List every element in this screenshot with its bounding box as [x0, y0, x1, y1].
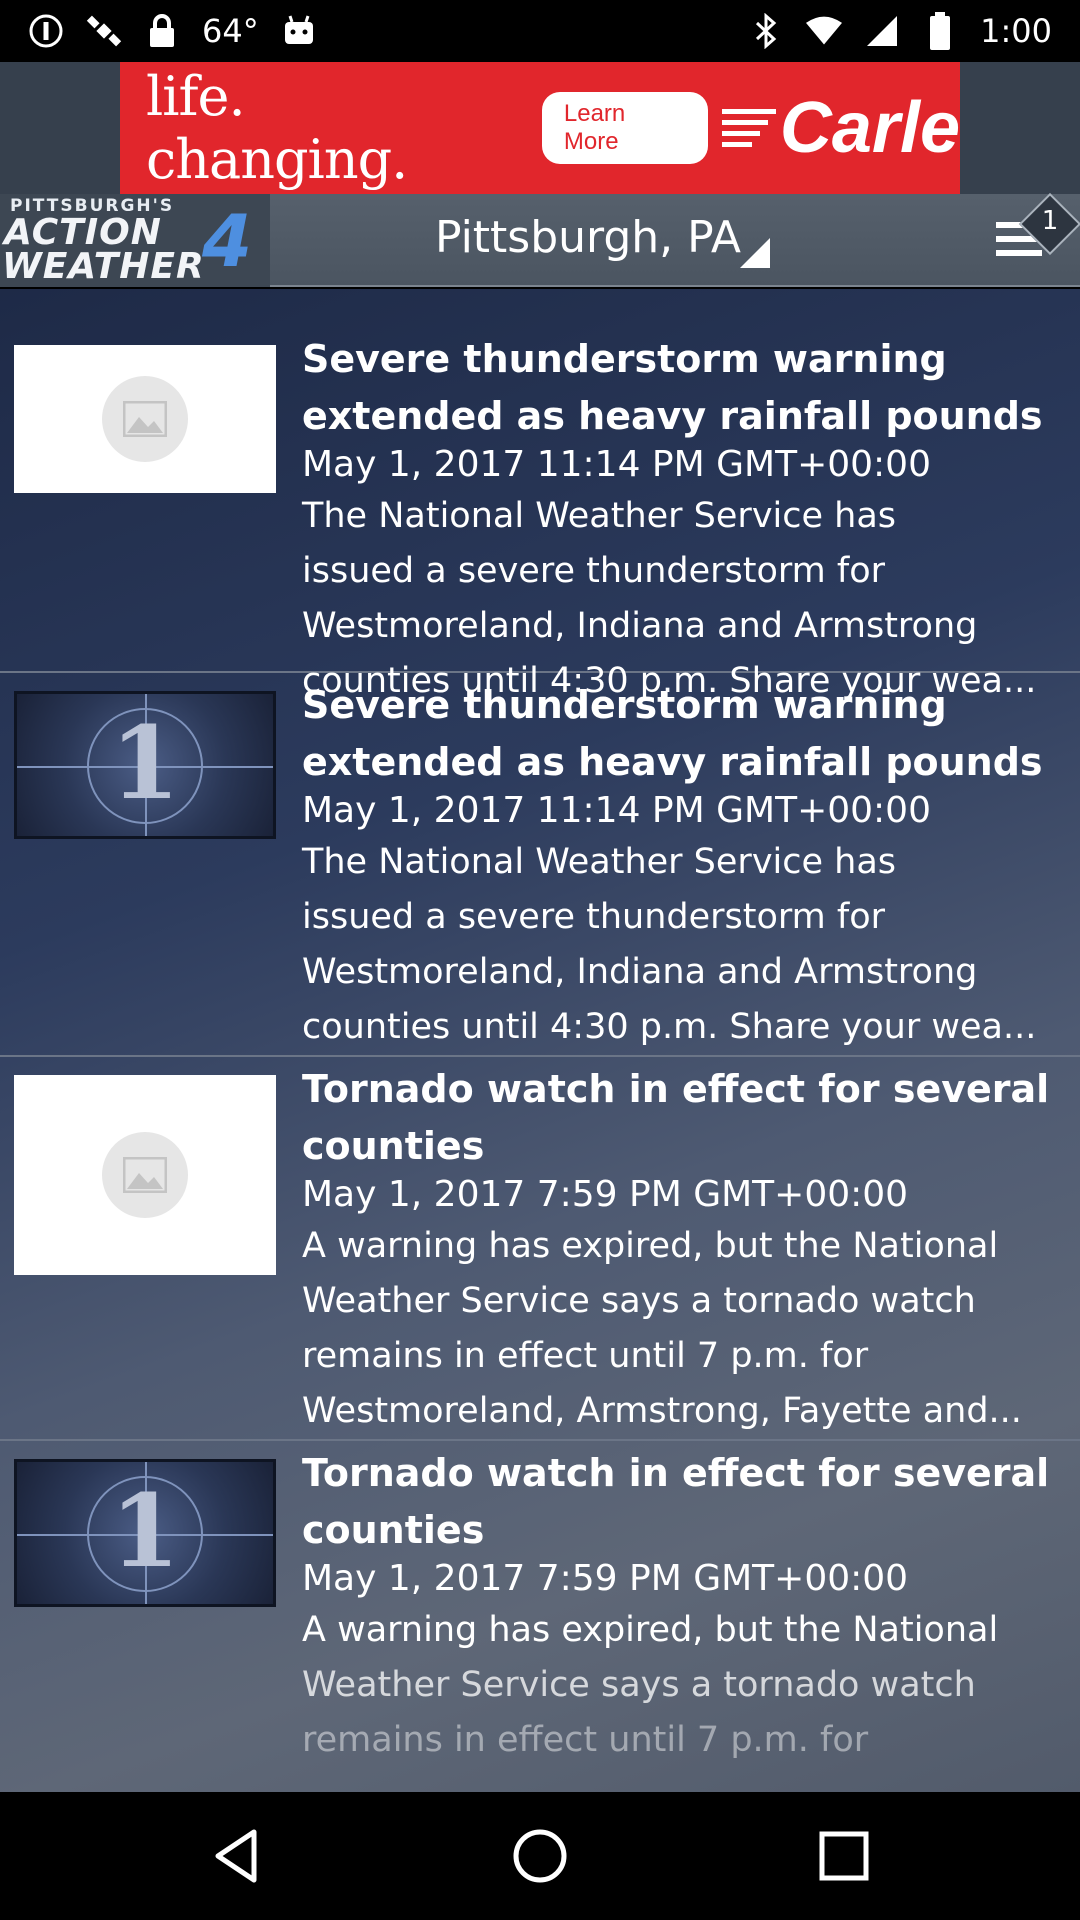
info-icon	[28, 13, 64, 49]
dropdown-arrow-icon[interactable]	[740, 238, 770, 268]
article-title[interactable]: Tornado watch in effect for several coun…	[302, 1445, 1072, 1559]
ad-brand-lines	[721, 109, 776, 147]
article-description: The National Weather Service has issued …	[302, 842, 1037, 1047]
article-title[interactable]: Severe thunderstorm warning extended as …	[302, 677, 1072, 791]
system-nav-bar	[0, 1792, 1080, 1920]
android-icon	[281, 13, 317, 49]
wifi-icon	[806, 13, 843, 49]
article-description: A warning has expired, but the National …	[302, 1610, 999, 1760]
list-item[interactable]: 1 Severe thunderstorm warning extended a…	[0, 673, 1080, 1057]
ad-brand-name: Carle	[779, 88, 960, 168]
ad-banner[interactable]: life. changing. Learn More Carle	[120, 62, 960, 194]
ad-tagline: life. changing.	[146, 65, 408, 191]
satellite-icon	[86, 13, 122, 49]
logo-weather-text: WEATHER	[2, 246, 205, 287]
article-thumbnail[interactable]: 1	[14, 1459, 276, 1607]
battery-icon	[922, 12, 958, 50]
list-item[interactable]: Severe thunderstorm warning extended as …	[0, 289, 1080, 701]
article-date: May 1, 2017 7:59 PM GMT+00:00	[302, 1558, 909, 1599]
article-title[interactable]: Severe thunderstorm warning extended as …	[302, 331, 1072, 445]
home-icon[interactable]	[510, 1826, 570, 1886]
station-logo: PITTSBURGH'S ACTION WEATHER 4	[0, 194, 270, 287]
article-thumbnail[interactable]	[14, 345, 276, 493]
bluetooth-icon	[748, 13, 784, 49]
status-bar: 64° 1:00	[0, 0, 1080, 62]
article-date: May 1, 2017 7:59 PM GMT+00:00	[302, 1174, 909, 1215]
logo-number: 4	[202, 199, 253, 283]
temperature-text: 64°	[202, 12, 259, 50]
clock-text: 1:00	[980, 12, 1052, 50]
ad-brand-logo: Carle	[721, 87, 960, 169]
article-list[interactable]: Severe thunderstorm warning extended as …	[0, 289, 1080, 1792]
article-thumbnail[interactable]	[14, 1075, 276, 1275]
list-item[interactable]: Tornado watch in effect for several coun…	[0, 1057, 1080, 1441]
app-header: PITTSBURGH'S ACTION WEATHER 4 Pittsburgh…	[0, 194, 1080, 287]
thumbnail-digit: 1	[110, 1472, 180, 1590]
article-date: May 1, 2017 11:14 PM GMT+00:00	[302, 444, 931, 485]
ad-area: life. changing. Learn More Carle	[0, 62, 1080, 194]
thumbnail-digit: 1	[110, 704, 180, 822]
ad-learn-more-button[interactable]: Learn More	[541, 92, 708, 164]
recents-icon[interactable]	[814, 1826, 874, 1886]
location-selector[interactable]: Pittsburgh, PA	[435, 212, 741, 263]
article-title[interactable]: Tornado watch in effect for several coun…	[302, 1061, 1072, 1175]
notification-badge-count: 1	[1041, 206, 1059, 236]
lock-icon	[144, 13, 180, 49]
list-item[interactable]: 1 Tornado watch in effect for several co…	[0, 1441, 1080, 1792]
placeholder-image-icon	[102, 1132, 188, 1218]
signal-icon	[864, 13, 900, 49]
back-icon[interactable]	[208, 1826, 268, 1886]
article-description: A warning has expired, but the National …	[302, 1226, 1022, 1431]
article-thumbnail[interactable]: 1	[14, 691, 276, 839]
article-date: May 1, 2017 11:14 PM GMT+00:00	[302, 790, 931, 831]
placeholder-image-icon	[102, 376, 188, 462]
